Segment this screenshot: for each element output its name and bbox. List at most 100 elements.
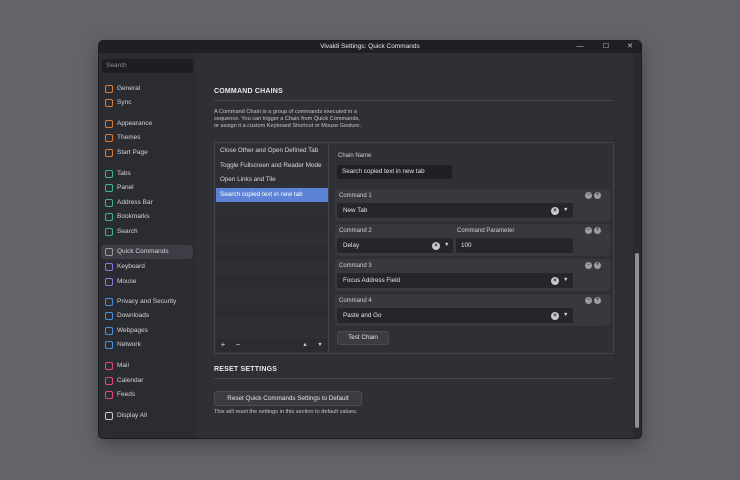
search-icon xyxy=(105,228,113,236)
gear-icon xyxy=(105,85,113,93)
sidebar-item-label: Downloads xyxy=(117,312,150,319)
mail-icon xyxy=(105,362,113,370)
sidebar-item-label: Address Bar xyxy=(117,199,153,206)
content-scrollbar[interactable] xyxy=(633,53,641,438)
bookmark-icon xyxy=(105,213,113,221)
sidebar-item-appearance[interactable]: Appearance xyxy=(101,117,193,131)
close-button[interactable]: ✕ xyxy=(619,41,641,53)
mouse-icon xyxy=(105,278,113,286)
sidebar-item-label: Bookmarks xyxy=(117,213,150,220)
chain-list-item[interactable]: Toggle Fullscreen and Reader Mode xyxy=(216,159,328,174)
clear-command-3-icon[interactable]: × xyxy=(551,276,559,285)
sidebar-item-label: Calendar xyxy=(117,377,144,384)
move-chain-down-button[interactable]: ▼ xyxy=(314,339,326,351)
globe-icon xyxy=(105,327,113,335)
sidebar-item-label: Webpages xyxy=(117,327,148,334)
remove-command-3-icon[interactable]: − xyxy=(585,262,592,269)
move-chain-up-button[interactable]: ▲ xyxy=(299,339,311,351)
chain-list: Close Other and Open Defined Tab Toggle F… xyxy=(215,143,329,353)
sync-icon xyxy=(105,99,113,107)
sidebar-item-search[interactable]: Search xyxy=(101,225,193,239)
network-icon xyxy=(105,341,113,349)
test-chain-button[interactable]: Test Chain xyxy=(337,331,389,345)
chain-list-empty-row xyxy=(216,274,328,289)
sidebar-item-mouse[interactable]: Mouse xyxy=(101,275,193,289)
add-command-after-4-icon[interactable]: + xyxy=(594,297,601,304)
shield-icon xyxy=(105,298,113,306)
sidebar-item-network[interactable]: Network xyxy=(101,338,193,352)
calendar-icon xyxy=(105,377,113,385)
add-command-after-2-icon[interactable]: + xyxy=(594,227,601,234)
remove-command-1-icon[interactable]: − xyxy=(585,192,592,199)
command-3-group: Command 3 − + Focus Address Field × ▼ xyxy=(335,259,610,291)
settings-search-input[interactable]: Search xyxy=(102,59,193,73)
sidebar-item-themes[interactable]: Themes xyxy=(101,131,193,145)
remove-chain-button[interactable]: − xyxy=(232,339,244,351)
sidebar-item-sync[interactable]: Sync xyxy=(101,96,193,110)
sidebar-item-calendar[interactable]: Calendar xyxy=(101,374,193,388)
section-divider xyxy=(214,100,614,101)
sidebar-item-panel[interactable]: Panel xyxy=(101,181,193,195)
sidebar-item-label: Appearance xyxy=(117,120,153,127)
sidebar-item-label: Privacy and Security xyxy=(117,298,177,305)
settings-content: COMMAND CHAINS A Command Chain is a grou… xyxy=(196,53,633,438)
chain-list-item[interactable]: Search copied text in new tab xyxy=(216,187,328,202)
command-1-select[interactable]: New Tab × ▼ xyxy=(337,203,573,218)
sidebar-item-bookmarks[interactable]: Bookmarks xyxy=(101,210,193,224)
command-chains-description-2: sequence. You can trigger a Chain from Q… xyxy=(214,116,360,122)
panel-icon xyxy=(105,184,113,192)
clear-command-2-icon[interactable]: × xyxy=(432,241,440,250)
command-parameter-input[interactable]: 100 xyxy=(456,238,573,253)
sidebar-item-downloads[interactable]: Downloads xyxy=(101,309,193,323)
command-1-value: New Tab xyxy=(343,207,368,214)
chevron-down-icon: ▼ xyxy=(563,207,569,213)
command-4-value: Paste and Go xyxy=(343,312,382,319)
minimize-button[interactable]: — xyxy=(569,41,591,53)
sidebar-item-feeds[interactable]: Feeds xyxy=(101,388,193,402)
sidebar-item-start-page[interactable]: Start Page xyxy=(101,146,193,160)
sidebar-item-privacy-and-security[interactable]: Privacy and Security xyxy=(101,295,193,309)
command-4-select[interactable]: Paste and Go × ▼ xyxy=(337,308,573,323)
sidebar-item-label: Quick Commands xyxy=(117,248,169,255)
clear-command-1-icon[interactable]: × xyxy=(551,206,559,215)
add-chain-button[interactable]: + xyxy=(217,339,229,351)
brush-icon xyxy=(105,134,113,142)
sidebar-item-general[interactable]: General xyxy=(101,82,193,96)
sidebar-item-webpages[interactable]: Webpages xyxy=(101,324,193,338)
chain-list-item[interactable]: Close Other and Open Defined Tab xyxy=(216,144,328,159)
command-4-group: Command 4 − + Paste and Go × ▼ xyxy=(335,294,610,326)
add-command-after-3-icon[interactable]: + xyxy=(594,262,601,269)
sidebar-item-label: Keyboard xyxy=(117,263,145,270)
gear-outline-icon xyxy=(105,412,113,420)
scrollbar-thumb[interactable] xyxy=(635,253,639,428)
chain-name-input[interactable]: Search copied text in new tab xyxy=(337,165,452,179)
sidebar-item-label: General xyxy=(117,85,141,92)
add-command-after-1-icon[interactable]: + xyxy=(594,192,601,199)
chevron-down-icon: ▼ xyxy=(563,277,569,283)
quick-commands-icon xyxy=(105,248,113,256)
reset-quick-commands-button[interactable]: Reset Quick Commands Settings to Default xyxy=(214,391,362,406)
sidebar-item-label: Tabs xyxy=(117,170,131,177)
sidebar-item-mail[interactable]: Mail xyxy=(101,359,193,373)
keyboard-icon xyxy=(105,263,113,271)
sidebar-item-keyboard[interactable]: Keyboard xyxy=(101,260,193,274)
maximize-button[interactable]: ☐ xyxy=(595,41,617,53)
sidebar-item-quick-commands[interactable]: Quick Commands xyxy=(101,245,193,259)
sidebar-item-display-all[interactable]: Display All xyxy=(101,409,193,423)
chevron-down-icon: ▼ xyxy=(563,312,569,318)
remove-command-2-icon[interactable]: − xyxy=(585,227,592,234)
command-3-select[interactable]: Focus Address Field × ▼ xyxy=(337,273,573,288)
settings-sidebar: Search General Sync Appearance Themes Start … xyxy=(99,53,196,438)
reset-settings-heading: RESET SETTINGS xyxy=(214,366,278,373)
command-1-label: Command 1 xyxy=(339,193,372,199)
sidebar-item-tabs[interactable]: Tabs xyxy=(101,167,193,181)
command-2-select[interactable]: Delay × ▼ xyxy=(337,238,453,253)
clear-command-4-icon[interactable]: × xyxy=(551,311,559,320)
title-bar: Vivaldi Settings: Quick Commands — ☐ ✕ xyxy=(99,41,641,53)
command-2-group: Command 2 Command Parameter − + Delay × … xyxy=(335,224,610,256)
remove-command-4-icon[interactable]: − xyxy=(585,297,592,304)
sidebar-item-address-bar[interactable]: Address Bar xyxy=(101,196,193,210)
chain-list-empty-row xyxy=(216,303,328,318)
window-title: Vivaldi Settings: Quick Commands xyxy=(320,43,420,50)
chain-list-item[interactable]: Open Links and Tile xyxy=(216,173,328,188)
